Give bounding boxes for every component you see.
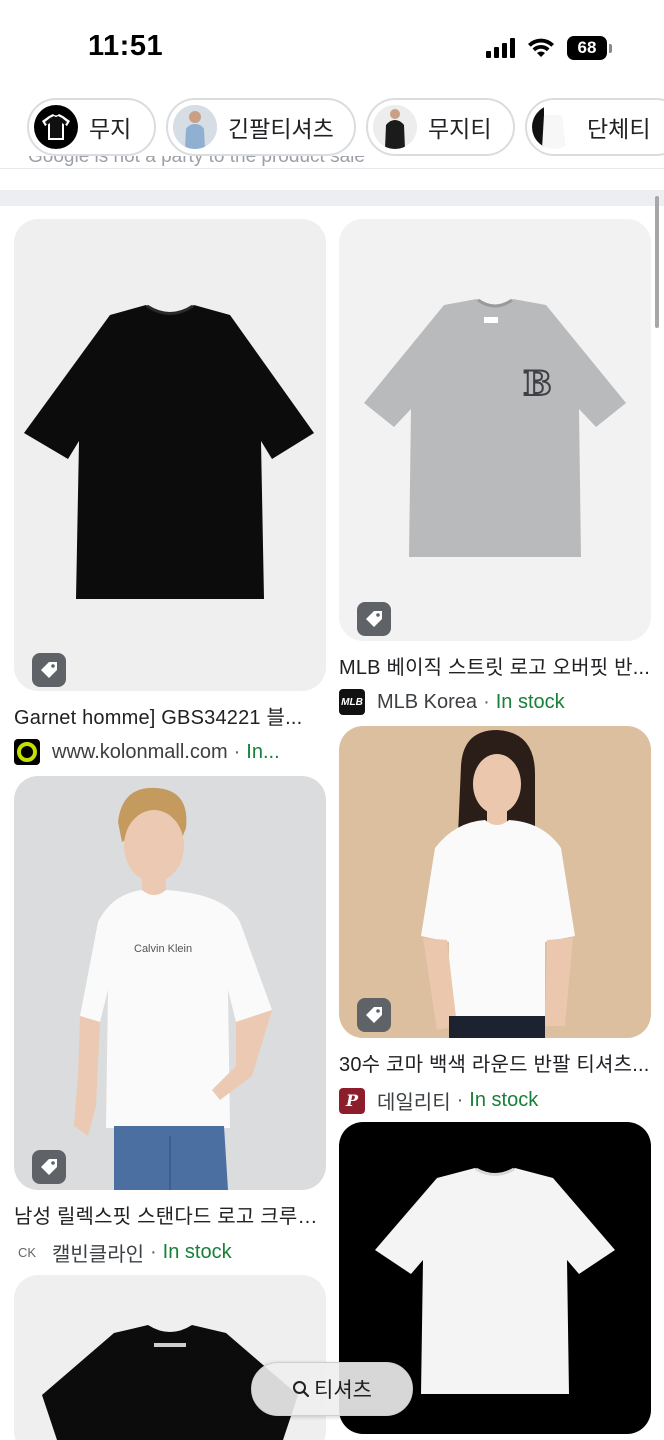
black-tshirt-thumbnail-icon bbox=[34, 105, 78, 149]
product-image[interactable]: Calvin Klein bbox=[14, 776, 326, 1190]
calvin-klein-print: Calvin Klein bbox=[134, 943, 192, 955]
chip-label: 긴팔티셔츠 bbox=[228, 116, 334, 142]
separator: · bbox=[483, 690, 490, 713]
chip-plain-tee[interactable]: 무지티 bbox=[366, 98, 515, 156]
stock-status: In stock bbox=[162, 1241, 232, 1263]
floating-search-button[interactable]: 티셔츠 bbox=[251, 1362, 413, 1416]
price-tag-icon bbox=[32, 1150, 66, 1184]
mlb-logo-icon: MLB bbox=[339, 689, 365, 715]
person-tshirt-thumbnail-icon bbox=[173, 105, 217, 149]
search-icon bbox=[293, 1381, 310, 1398]
white-tshirt-thumbnail-icon bbox=[532, 105, 576, 149]
product-title[interactable]: 남성 릴렉스핏 스탠다드 로고 크루넥... bbox=[14, 1200, 326, 1229]
section-divider bbox=[0, 190, 664, 206]
merchant-name: 데일리티 bbox=[377, 1092, 451, 1114]
ck-logo-icon: CK bbox=[14, 1239, 40, 1266]
battery-icon: 68 bbox=[567, 36, 612, 60]
merchant-row: CK 캘빈클라인 · In stock bbox=[14, 1238, 326, 1267]
product-card[interactable]: Garnet homme] GBS34221 블... www.kolonmal… bbox=[14, 219, 326, 765]
product-image[interactable]: B bbox=[339, 219, 651, 641]
chip-group-tee[interactable]: 단체티 bbox=[525, 98, 664, 156]
merchant-name: MLB Korea bbox=[377, 690, 478, 713]
separator: · bbox=[456, 1089, 464, 1111]
chip-muji[interactable]: 무지 bbox=[27, 98, 156, 156]
price-tag-icon bbox=[357, 998, 391, 1032]
merchant-name: 캘빈클라인 bbox=[52, 1244, 144, 1266]
wifi-icon bbox=[528, 38, 554, 57]
product-title[interactable]: MLB 베이직 스트릿 로고 오버핏 반... bbox=[339, 651, 651, 680]
merchant-row: MLB MLB Korea · In stock bbox=[339, 689, 651, 715]
chip-long-sleeve[interactable]: 긴팔티셔츠 bbox=[166, 98, 356, 156]
search-query-label: 티셔츠 bbox=[314, 1379, 372, 1402]
chip-label: 무지 bbox=[89, 116, 132, 142]
merchant-name: www.kolonmall.com bbox=[52, 740, 228, 763]
merchant-row: www.kolonmall.com · In... bbox=[14, 739, 326, 765]
product-title[interactable]: 30수 코마 백색 라운드 반팔 티셔츠... bbox=[339, 1048, 651, 1077]
product-card[interactable]: 30수 코마 백색 라운드 반팔 티셔츠... P 데일리티 · In stoc… bbox=[339, 726, 651, 1115]
black-polo-thumbnail-icon bbox=[373, 105, 417, 149]
svg-text:B: B bbox=[523, 364, 552, 404]
chip-label: 무지티 bbox=[428, 116, 492, 142]
product-image[interactable] bbox=[339, 726, 651, 1038]
separator: · bbox=[233, 740, 241, 763]
stock-status: In stock bbox=[495, 690, 565, 713]
separator: · bbox=[150, 1241, 157, 1263]
price-tag-icon bbox=[32, 653, 66, 687]
price-tag-icon bbox=[357, 602, 391, 636]
header-divider bbox=[0, 168, 664, 169]
kolon-ring-logo-icon bbox=[14, 739, 40, 765]
battery-level: 68 bbox=[567, 36, 607, 60]
cellular-signal-icon bbox=[486, 38, 515, 58]
merchant-row: P 데일리티 · In stock bbox=[339, 1086, 651, 1115]
status-bar: 11:51 68 bbox=[0, 0, 664, 96]
product-card[interactable]: Calvin Klein 남성 릴렉스핏 스탠다드 로고 크루넥... CK 캘… bbox=[14, 776, 326, 1267]
product-image[interactable] bbox=[14, 219, 326, 691]
stock-status: In... bbox=[246, 740, 280, 763]
product-title[interactable]: Garnet homme] GBS34221 블... bbox=[14, 701, 326, 730]
dailytee-logo-icon: P bbox=[339, 1087, 365, 1114]
query-refinement-chips: 무지 긴팔티셔츠 무지티 단체티 bbox=[0, 98, 664, 158]
status-icons: 68 bbox=[486, 36, 612, 60]
status-time: 11:51 bbox=[88, 30, 164, 62]
product-card[interactable]: B MLB 베이직 스트릿 로고 오버핏 반... MLB MLB Korea … bbox=[339, 219, 651, 715]
chip-label: 단체티 bbox=[587, 116, 651, 142]
scrollbar[interactable] bbox=[655, 196, 659, 328]
stock-status: In stock bbox=[469, 1089, 539, 1111]
